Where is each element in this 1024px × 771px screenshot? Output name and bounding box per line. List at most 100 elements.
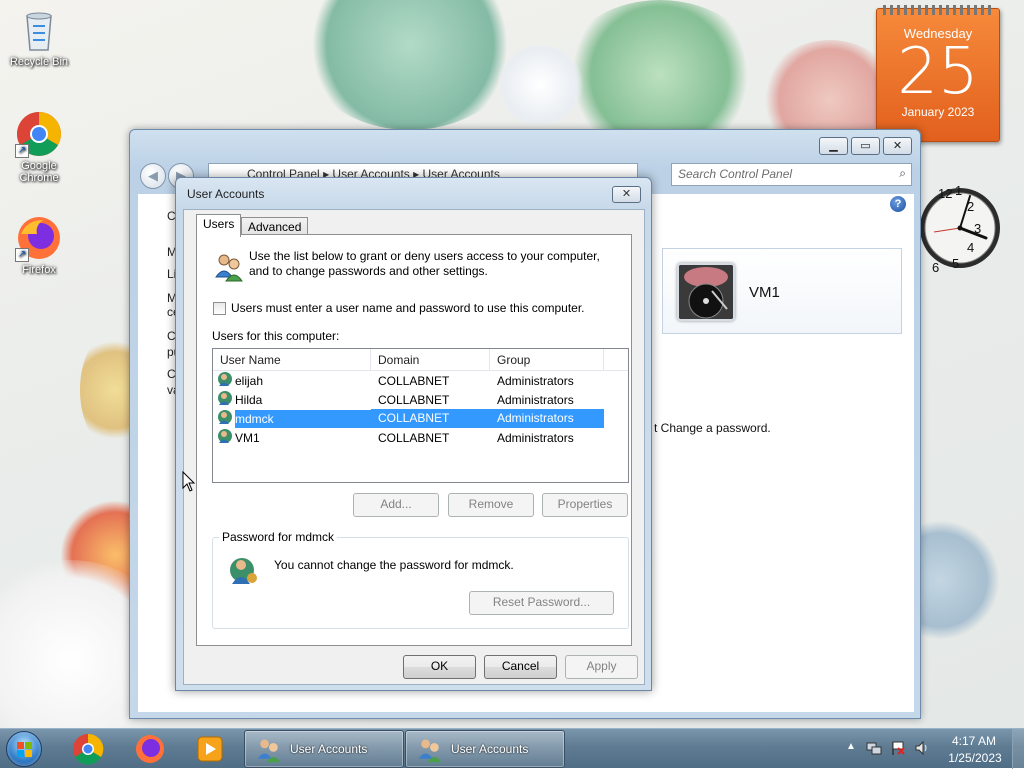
remove-user-button[interactable]: Remove: [448, 493, 534, 517]
column-header-domain[interactable]: Domain: [371, 349, 490, 370]
require-login-row[interactable]: Users must enter a user name and passwor…: [213, 301, 585, 315]
network-icon[interactable]: [866, 740, 882, 759]
taskbar-firefox-pin[interactable]: [124, 731, 176, 767]
chrome-icon: ↗: [15, 110, 63, 158]
user-name-cell: Hilda: [235, 392, 263, 407]
calendar-day: 25: [897, 35, 979, 109]
back-button[interactable]: ◀: [140, 163, 166, 189]
help-icon[interactable]: ?: [890, 196, 906, 212]
taskbar-button-user-accounts[interactable]: User Accounts: [244, 730, 404, 768]
calendar-month: January 2023: [901, 105, 975, 119]
taskbar: User Accounts User Accounts ▲ 4:17 AM 1/…: [0, 728, 1024, 769]
user-icon: [217, 409, 233, 428]
desktop: Recycle Bin ↗ Google Chrome ↗ Firefox We…: [0, 0, 1024, 728]
domain-cell: COLLABNET: [378, 430, 450, 445]
domain-cell: COLLABNET: [378, 392, 450, 407]
user-icon: [217, 428, 233, 447]
apply-button[interactable]: Apply: [565, 655, 638, 679]
start-button[interactable]: [6, 731, 42, 767]
search-icon[interactable]: ⌕: [899, 166, 906, 181]
firefox-shortcut[interactable]: ↗ Firefox: [1, 214, 77, 276]
wallpaper-leaf: [300, 0, 520, 130]
recycle-bin-shortcut[interactable]: Recycle Bin: [1, 6, 77, 68]
account-card[interactable]: VM1: [662, 248, 902, 334]
properties-button[interactable]: Properties: [542, 493, 628, 517]
group-cell: Administrators: [497, 373, 574, 388]
password-message: You cannot change the password for mdmck…: [274, 558, 514, 572]
column-header-group[interactable]: Group: [490, 349, 604, 370]
firefox-icon: [136, 735, 164, 763]
mouse-cursor-icon: [182, 470, 196, 496]
show-hidden-icons-icon[interactable]: ▲: [846, 741, 856, 752]
intro-text: Use the list below to grant or deny user…: [249, 249, 600, 278]
dialog-title: User Accounts: [187, 187, 265, 201]
tab-users[interactable]: Users: [196, 214, 242, 237]
user-icon: [217, 390, 233, 409]
clock-gadget[interactable]: 12 1 2 3 4 5 6: [918, 166, 1002, 290]
media-player-icon: [197, 736, 223, 762]
cancel-button[interactable]: Cancel: [484, 655, 557, 679]
user-key-icon: [228, 554, 260, 589]
domain-cell: COLLABNET: [378, 373, 450, 388]
tray-clock-date[interactable]: 1/25/2023: [946, 751, 1004, 765]
reset-password-button[interactable]: Reset Password...: [469, 591, 614, 615]
minimize-button[interactable]: ▁: [819, 137, 848, 155]
user-accounts-dialog[interactable]: User Accounts ✕ Users Advanced Use the l…: [175, 177, 652, 691]
taskbar-media-player-pin[interactable]: [184, 731, 236, 767]
users-tab-panel: Use the list below to grant or deny user…: [196, 234, 632, 646]
clock-numeral: 5: [952, 256, 959, 271]
dialog-close-button[interactable]: ✕: [612, 186, 641, 203]
tray-clock-time[interactable]: 4:17 AM: [946, 734, 1002, 748]
users-list[interactable]: User Name Domain Group elijah COLLABNET …: [212, 348, 629, 483]
show-desktop-button[interactable]: [1012, 729, 1024, 769]
volume-icon[interactable]: [914, 740, 930, 759]
change-password-link[interactable]: t Change a password.: [654, 421, 771, 435]
clock-numeral: 6: [932, 260, 939, 275]
account-picture: [677, 263, 735, 321]
ok-button[interactable]: OK: [403, 655, 476, 679]
calendar-gadget[interactable]: Wednesday 25 January 2023: [876, 5, 1000, 142]
require-login-label: Users must enter a user name and passwor…: [231, 301, 585, 315]
user-name-cell: elijah: [235, 373, 264, 388]
domain-cell: COLLABNET: [371, 409, 490, 428]
password-group-label: Password for mdmck: [219, 530, 338, 544]
google-chrome-shortcut[interactable]: ↗ Google Chrome: [1, 110, 77, 184]
add-user-button[interactable]: Add...: [353, 493, 439, 517]
window-caption-buttons: ▁ ▭ ✕: [819, 137, 912, 155]
require-login-checkbox[interactable]: [213, 301, 226, 315]
users-group-icon: [416, 736, 444, 767]
taskbar-button-label: User Accounts: [451, 742, 529, 756]
column-header-user-name[interactable]: User Name: [213, 349, 371, 370]
users-group-icon: [255, 736, 283, 767]
table-row[interactable]: elijah COLLABNET Administrators: [213, 371, 628, 390]
chrome-icon: [73, 733, 104, 765]
recycle-bin-icon: [15, 6, 63, 54]
clock-numeral: 4: [967, 240, 974, 255]
user-name-cell: mdmck: [235, 409, 371, 428]
table-row-selected[interactable]: mdmck COLLABNET Administrators: [213, 409, 628, 428]
calendar-rings: [883, 5, 993, 15]
table-row[interactable]: Hilda COLLABNET Administrators: [213, 390, 628, 409]
firefox-icon: ↗: [15, 214, 63, 262]
account-name: VM1: [749, 284, 780, 301]
clock-numeral: 12: [938, 186, 952, 201]
shortcut-arrow-icon: ↗: [15, 248, 29, 262]
taskbar-button-label: User Accounts: [290, 742, 368, 756]
users-list-header: User Name Domain Group: [213, 349, 628, 371]
taskbar-chrome-pin[interactable]: [62, 731, 114, 767]
user-name-cell: VM1: [235, 430, 260, 445]
table-row[interactable]: VM1 COLLABNET Administrators: [213, 428, 628, 447]
clock-numeral: 1: [955, 183, 962, 198]
search-input[interactable]: Search Control Panel ⌕: [671, 163, 912, 186]
action-center-flag-icon[interactable]: [890, 740, 906, 759]
clock-numeral: 3: [974, 221, 981, 236]
windows-logo-icon: [17, 742, 32, 757]
maximize-button[interactable]: ▭: [851, 137, 880, 155]
password-group: Password for mdmck You cannot change the…: [212, 530, 629, 629]
wallpaper-cloud: [495, 45, 585, 125]
group-cell: Administrators: [497, 392, 574, 407]
users-list-label: Users for this computer:: [212, 329, 340, 343]
close-button[interactable]: ✕: [883, 137, 912, 155]
group-cell: Administrators: [490, 409, 604, 428]
taskbar-button-user-accounts-2[interactable]: User Accounts: [405, 730, 565, 768]
